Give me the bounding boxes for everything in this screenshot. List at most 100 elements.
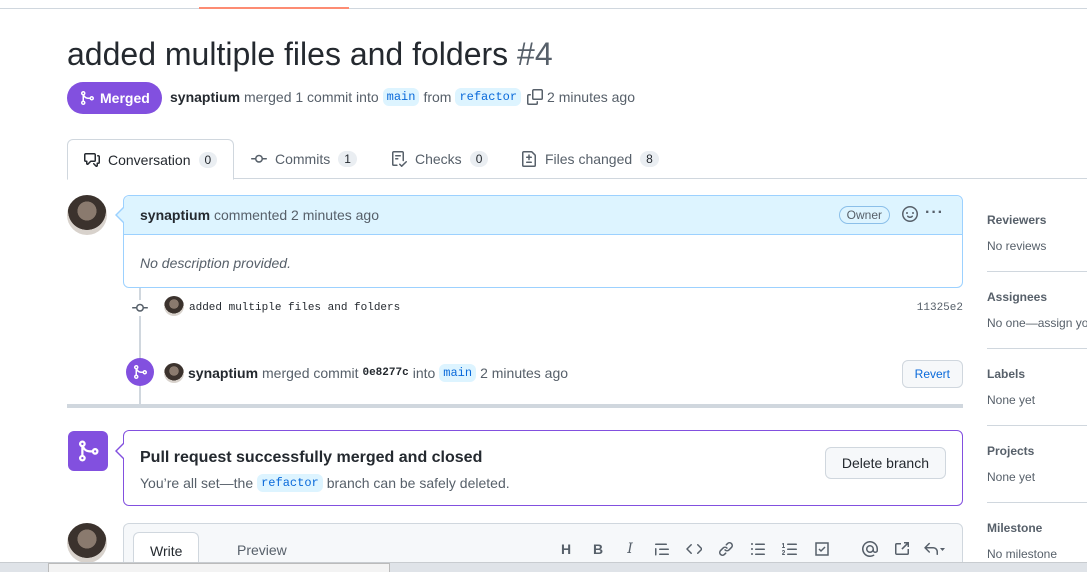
deletable-branch-label[interactable]: refactor — [257, 474, 323, 492]
git-commit-icon — [251, 154, 267, 163]
sidebar-reviewers-value: No reviews — [987, 239, 1047, 253]
pr-from-text: from — [423, 89, 452, 105]
tab-files-changed-count: 8 — [640, 151, 659, 167]
os-taskbar — [0, 562, 1087, 572]
unordered-list-icon[interactable] — [742, 540, 774, 558]
merged-sub-suffix: branch can be safely deleted. — [326, 475, 510, 491]
comment-action: commented 2 minutes ago — [214, 207, 379, 223]
pr-description-comment: synaptium commented 2 minutes ago Owner … — [123, 195, 963, 288]
kebab-menu-icon[interactable]: ··· — [925, 204, 944, 222]
merge-into-text: into — [412, 365, 436, 381]
sidebar-projects-title: Projects — [987, 444, 1035, 458]
tab-conversation-count: 0 — [198, 151, 218, 168]
tab-checks[interactable]: Checks 0 — [375, 139, 504, 179]
mention-icon[interactable] — [854, 540, 886, 558]
active-nav-underline — [199, 7, 349, 9]
reply-icon[interactable] — [918, 540, 950, 558]
ordered-list-icon[interactable] — [774, 540, 806, 558]
sidebar-labels-value: None yet — [987, 393, 1036, 407]
author-avatar[interactable] — [67, 195, 107, 235]
sidebar-labels-title: Labels — [987, 367, 1026, 381]
merged-status-title: Pull request successfully merged and clo… — [140, 449, 483, 466]
merge-commit-sha-link[interactable]: 0e8277c — [362, 367, 408, 379]
tab-conversation[interactable]: Conversation 0 — [67, 139, 235, 180]
tab-commits-count: 1 — [338, 151, 357, 167]
comment-caret-inner — [117, 208, 124, 222]
base-branch-label[interactable]: main — [382, 88, 420, 106]
pr-title-text: added multiple files and folders — [67, 36, 509, 72]
tab-checks-count: 0 — [469, 151, 489, 167]
merge-target-branch[interactable]: main — [439, 364, 477, 382]
link-icon[interactable] — [710, 540, 742, 558]
commit-message-link[interactable]: added multiple files and folders — [189, 302, 400, 314]
git-merge-icon — [81, 91, 95, 105]
sidebar-assignees-title: Assignees — [987, 290, 1048, 304]
commit-row: added multiple files and folders 11325e2 — [130, 296, 963, 320]
merge-event-action: merged commit — [262, 365, 359, 381]
merged-sub-prefix: You’re all set—the — [140, 475, 254, 491]
sidebar-projects-value: None yet — [987, 470, 1036, 484]
timeline-divider — [67, 404, 963, 408]
sidebar-reviewers[interactable]: Reviewers No reviews — [987, 195, 1087, 272]
tab-commits-label: Commits — [275, 151, 331, 167]
git-merge-icon — [134, 365, 148, 379]
sidebar-milestone-value: No milestone — [987, 547, 1058, 561]
commit-sha-link[interactable]: 11325e2 — [917, 302, 963, 314]
merge-event: synaptium merged commit 0e8277c into mai… — [126, 358, 963, 388]
merged-state-label: Merged — [100, 90, 150, 106]
merge-event-badge — [126, 358, 154, 386]
merger-author-link[interactable]: synaptium — [188, 365, 258, 381]
head-branch-label[interactable]: refactor — [455, 88, 522, 106]
top-nav-bar — [0, 0, 1087, 9]
merged-status-icon-box — [68, 431, 108, 471]
code-icon[interactable] — [678, 540, 710, 558]
commit-author-avatar[interactable] — [164, 296, 184, 316]
merge-event-text: synaptium merged commit 0e8277c into mai… — [188, 364, 568, 382]
toolbar-spacer — [838, 540, 854, 558]
merged-box-caret-inner — [117, 444, 124, 458]
pr-title: added multiple files and folders #4 — [67, 36, 553, 73]
copy-icon[interactable] — [527, 89, 544, 105]
sidebar-assignees[interactable]: Assignees No one—assign yo — [987, 272, 1087, 349]
pr-tabs: Conversation 0 Commits 1 Checks 0 Files … — [67, 139, 1087, 180]
taskbar-window-thumbnail[interactable] — [48, 563, 390, 572]
italic-icon[interactable]: I — [614, 540, 646, 558]
heading-icon[interactable]: H — [550, 540, 582, 558]
comment-discussion-icon — [84, 152, 100, 167]
quote-icon[interactable] — [646, 540, 678, 558]
tab-commits[interactable]: Commits 1 — [235, 139, 373, 179]
merge-event-time: 2 minutes ago — [480, 365, 569, 381]
checklist-icon — [392, 151, 407, 167]
file-diff-icon — [522, 151, 536, 167]
sidebar-assignees-value: No one—assign yo — [987, 316, 1087, 330]
tab-conversation-label: Conversation — [108, 151, 191, 168]
current-user-avatar[interactable] — [67, 523, 107, 563]
git-merge-icon — [79, 440, 99, 462]
tab-files-changed-label: Files changed — [545, 151, 633, 167]
pr-meta: synaptium merged 1 commit into main from… — [170, 88, 635, 106]
merged-status-box: Pull request successfully merged and clo… — [123, 430, 963, 506]
comment-author-link[interactable]: synaptium — [140, 207, 210, 223]
smiley-icon[interactable] — [902, 206, 918, 225]
pr-action-text: merged 1 commit into — [244, 89, 379, 105]
sidebar-reviewers-title: Reviewers — [987, 213, 1047, 227]
pr-author-link[interactable]: synaptium — [170, 89, 240, 105]
pr-time: 2 minutes ago — [547, 89, 635, 105]
revert-button[interactable]: Revert — [901, 360, 963, 388]
cross-reference-icon[interactable] — [886, 540, 918, 558]
merged-state-badge: Merged — [67, 82, 162, 114]
task-list-icon[interactable] — [806, 540, 838, 558]
comment-body: No description provided. — [140, 255, 291, 271]
sidebar-milestone-title: Milestone — [987, 521, 1043, 535]
bold-icon[interactable]: B — [582, 540, 614, 558]
git-commit-icon — [130, 300, 150, 316]
tab-files-changed[interactable]: Files changed 8 — [505, 139, 675, 179]
owner-badge: Owner — [838, 206, 890, 224]
sidebar-labels[interactable]: Labels None yet — [987, 349, 1087, 426]
sidebar-projects[interactable]: Projects None yet — [987, 426, 1087, 503]
pr-number: #4 — [517, 36, 553, 72]
delete-branch-button[interactable]: Delete branch — [824, 447, 946, 479]
merger-avatar[interactable] — [164, 363, 184, 383]
markdown-toolbar: H B I — [550, 540, 950, 558]
merged-status-subtitle: You’re all set—the refactor branch can b… — [140, 474, 510, 492]
